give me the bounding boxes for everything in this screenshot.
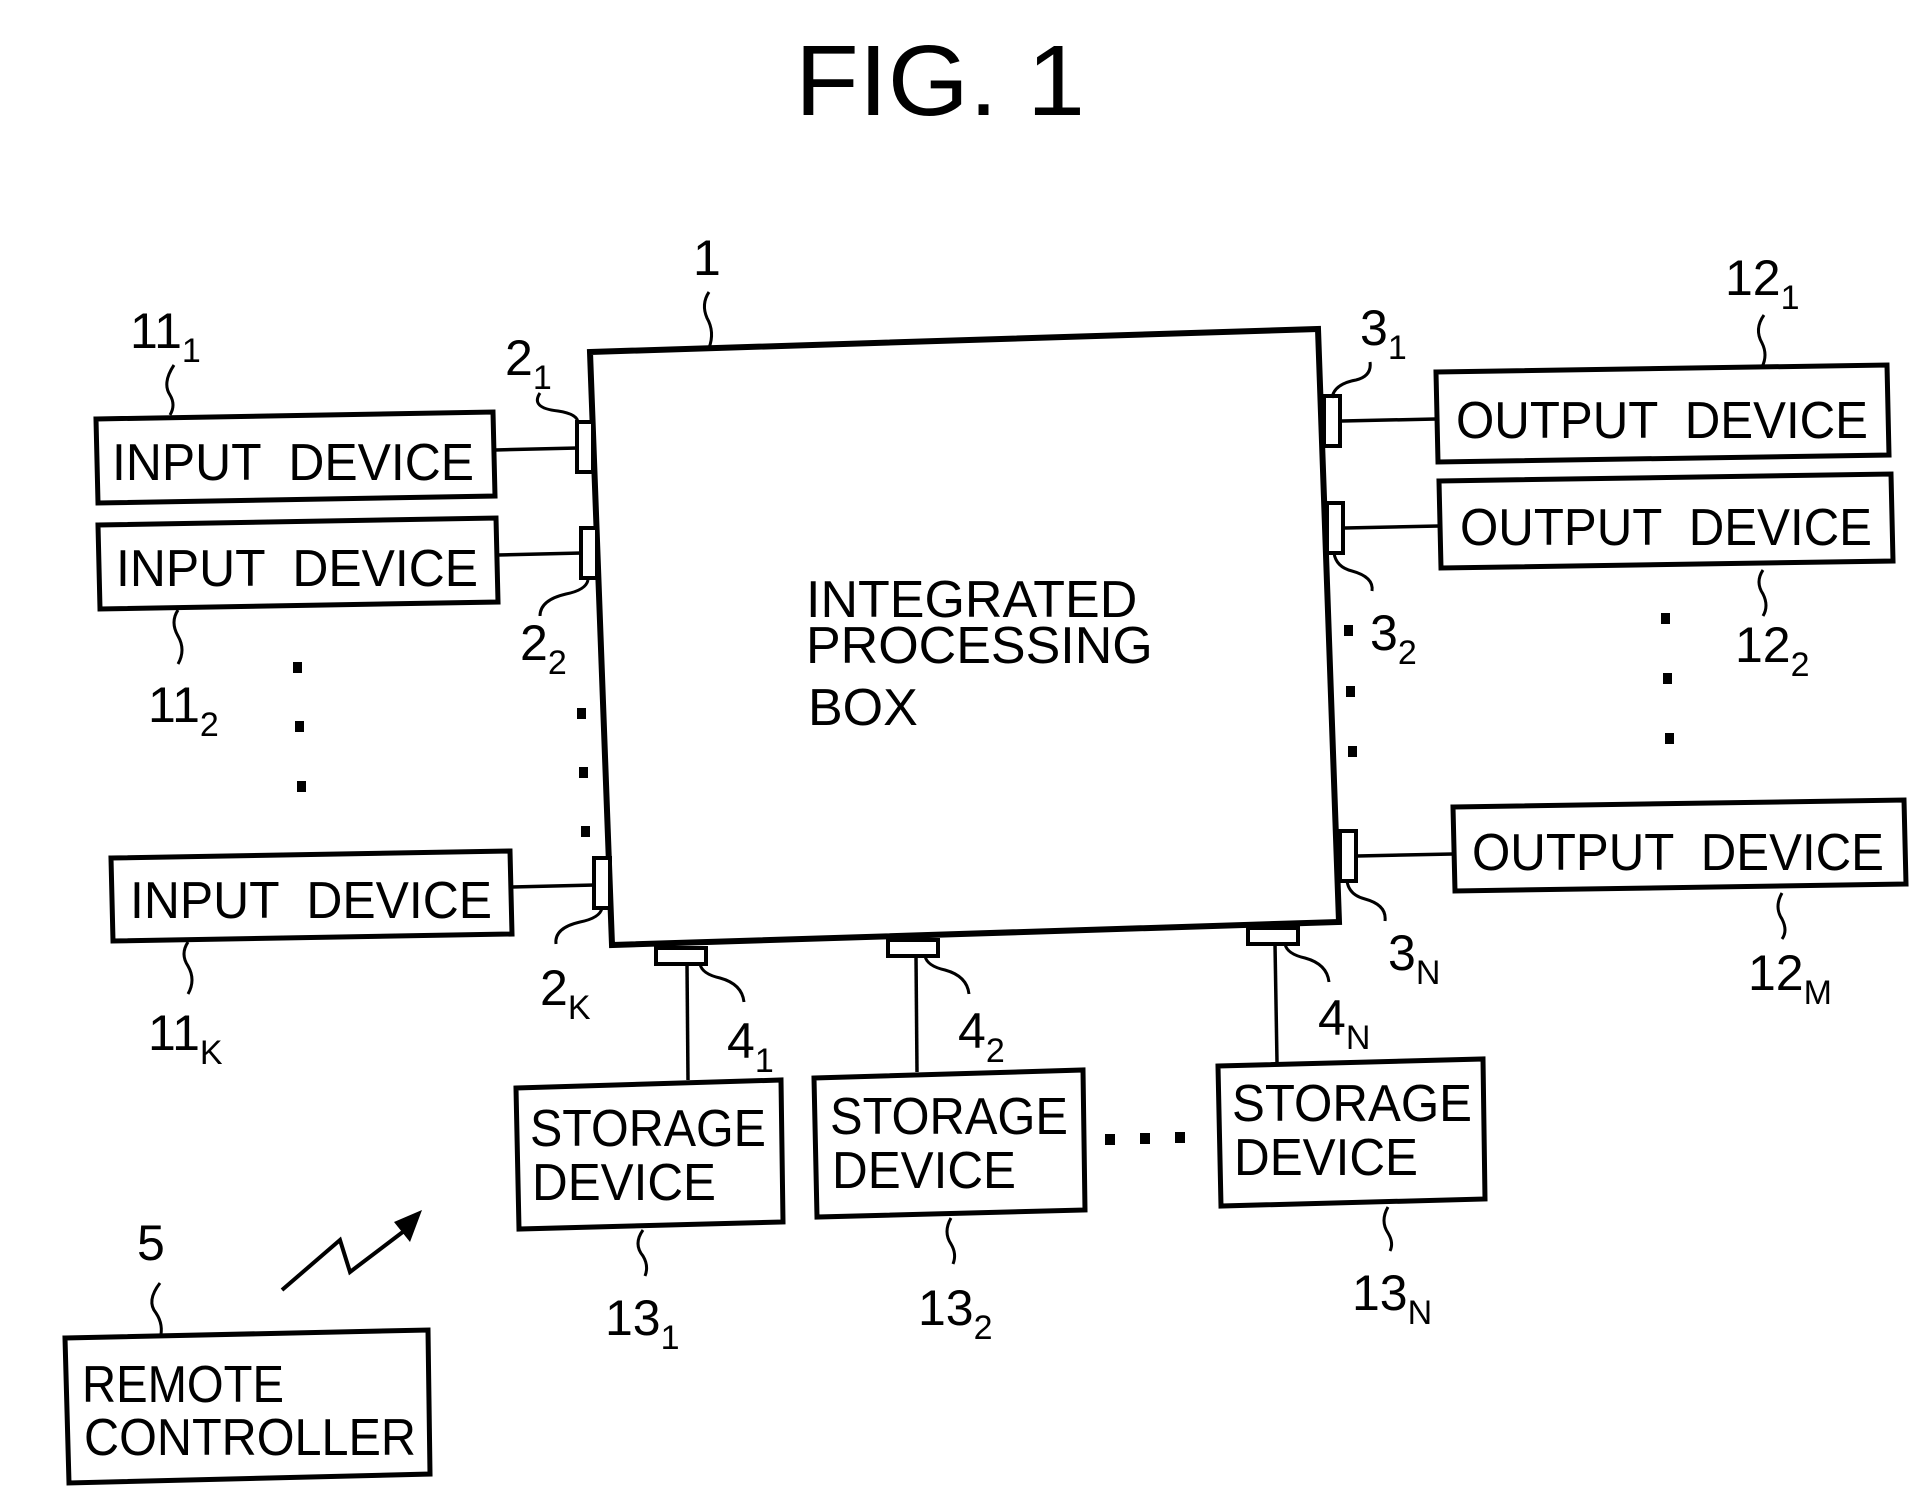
storage-device-n-line-1: STORAGE — [1232, 1075, 1472, 1133]
output-device-m-label: OUTPUT DEVICE — [1472, 824, 1884, 882]
leader-port-input-1 — [535, 392, 580, 424]
leader-port-input-2 — [538, 579, 590, 617]
wireless-signal-icon — [280, 1210, 422, 1292]
storage-ellipsis — [1105, 1132, 1185, 1145]
ref-output-device-m: 12M — [1748, 945, 1832, 1012]
port-storage-1 — [654, 946, 708, 966]
leader-port-storage-2 — [923, 955, 971, 995]
leader-storage-device-n — [1382, 1206, 1394, 1252]
input-device-1: INPUT DEVICE — [93, 409, 498, 506]
input-device-k-label: INPUT DEVICE — [130, 872, 492, 930]
leader-input-device-k — [182, 941, 194, 995]
remote-controller-line-1: REMOTE — [82, 1356, 284, 1414]
ref-input-device-2: 112 — [148, 677, 219, 744]
wire-storage-2 — [914, 955, 919, 1073]
integrated-processing-box: INTEGRATED PROCESSING BOX — [586, 325, 1343, 949]
leader-output-device-2 — [1757, 569, 1768, 617]
leader-input-device-2 — [172, 609, 184, 665]
output-device-2-label: OUTPUT DEVICE — [1460, 499, 1872, 557]
figure-title: FIG. 1 — [795, 25, 1085, 137]
port-input-2 — [579, 526, 599, 580]
output-device-2: OUTPUT DEVICE — [1436, 471, 1896, 571]
input-device-2: INPUT DEVICE — [95, 515, 501, 612]
leader-remote-controller — [150, 1282, 163, 1340]
leader-port-input-k — [554, 907, 604, 945]
ref-port-storage-n: 4N — [1318, 990, 1370, 1057]
ref-main-box: 1 — [693, 230, 721, 286]
ref-input-device-1: 111 — [130, 303, 201, 370]
ref-port-output-2: 32 — [1370, 605, 1417, 672]
wire-input-k — [511, 883, 596, 889]
storage-device-2-line-1: STORAGE — [830, 1088, 1068, 1146]
ref-storage-device-2: 132 — [918, 1280, 993, 1347]
output-ellipsis — [1661, 613, 1674, 744]
wire-output-1 — [1341, 417, 1437, 423]
port-output-m — [1338, 829, 1358, 883]
leader-input-device-1 — [165, 364, 176, 416]
leader-port-storage-1 — [698, 963, 746, 1003]
output-device-1-label: OUTPUT DEVICE — [1456, 392, 1868, 450]
ref-port-input-2: 22 — [520, 615, 567, 682]
wire-output-2 — [1344, 524, 1440, 530]
ref-port-output-1: 31 — [1360, 300, 1407, 367]
leader-port-output-2 — [1332, 552, 1374, 592]
port-output-2 — [1325, 501, 1345, 555]
ref-storage-device-n: 13N — [1352, 1265, 1432, 1332]
storage-device-2: STORAGE DEVICE — [811, 1067, 1088, 1220]
ref-port-storage-1: 41 — [727, 1013, 774, 1080]
ref-storage-device-1: 131 — [605, 1290, 680, 1357]
wire-input-1 — [494, 446, 579, 452]
remote-controller: REMOTE CONTROLLER — [62, 1327, 433, 1486]
ref-port-input-k: 2K — [540, 960, 591, 1027]
remote-controller-line-2: CONTROLLER — [84, 1409, 416, 1467]
storage-device-2-line-2: DEVICE — [832, 1142, 1016, 1200]
leader-main-box — [702, 291, 714, 349]
input-device-2-label: INPUT DEVICE — [116, 540, 478, 598]
output-port-ellipsis — [1344, 625, 1357, 757]
wire-storage-1 — [685, 963, 690, 1081]
leader-port-storage-n — [1283, 943, 1331, 983]
ref-input-device-k: 11K — [148, 1005, 223, 1072]
main-box-line-2: PROCESSING — [806, 617, 1153, 675]
leader-port-output-n — [1345, 880, 1387, 922]
wire-input-2 — [497, 551, 583, 557]
input-port-ellipsis — [577, 708, 590, 837]
storage-device-n-line-2: DEVICE — [1234, 1129, 1418, 1187]
output-device-m: OUTPUT DEVICE — [1450, 797, 1909, 894]
port-input-1 — [575, 420, 595, 474]
port-storage-n — [1246, 926, 1300, 946]
ref-port-input-1: 21 — [505, 330, 552, 397]
patent-figure: FIG. 1 INTEGRATED PROCESSING BOX 1 INPUT… — [62, 25, 1909, 1486]
leader-storage-device-1 — [636, 1229, 649, 1277]
port-storage-2 — [886, 938, 940, 958]
output-device-1: OUTPUT DEVICE — [1433, 362, 1892, 465]
ref-port-output-n: 3N — [1388, 925, 1440, 992]
leader-port-output-1 — [1330, 361, 1372, 399]
storage-device-1-line-1: STORAGE — [530, 1100, 766, 1158]
port-input-k — [592, 856, 612, 910]
storage-device-1: STORAGE DEVICE — [513, 1077, 786, 1232]
main-box-line-3: BOX — [808, 679, 918, 737]
input-ellipsis — [293, 662, 306, 792]
leader-output-device-m — [1776, 892, 1787, 940]
ref-output-device-2: 122 — [1735, 617, 1810, 684]
input-device-1-label: INPUT DEVICE — [112, 434, 474, 492]
wire-storage-n — [1273, 943, 1279, 1063]
storage-device-1-line-2: DEVICE — [532, 1154, 716, 1212]
leader-output-device-1 — [1757, 314, 1767, 368]
ref-remote-controller: 5 — [137, 1215, 165, 1271]
leader-storage-device-2 — [945, 1217, 957, 1265]
port-output-1 — [1322, 394, 1342, 448]
wire-output-m — [1356, 852, 1454, 858]
input-device-k: INPUT DEVICE — [108, 848, 515, 944]
ref-port-storage-2: 42 — [958, 1003, 1005, 1070]
ref-output-device-1: 121 — [1725, 250, 1800, 317]
storage-device-n: STORAGE DEVICE — [1215, 1056, 1488, 1209]
